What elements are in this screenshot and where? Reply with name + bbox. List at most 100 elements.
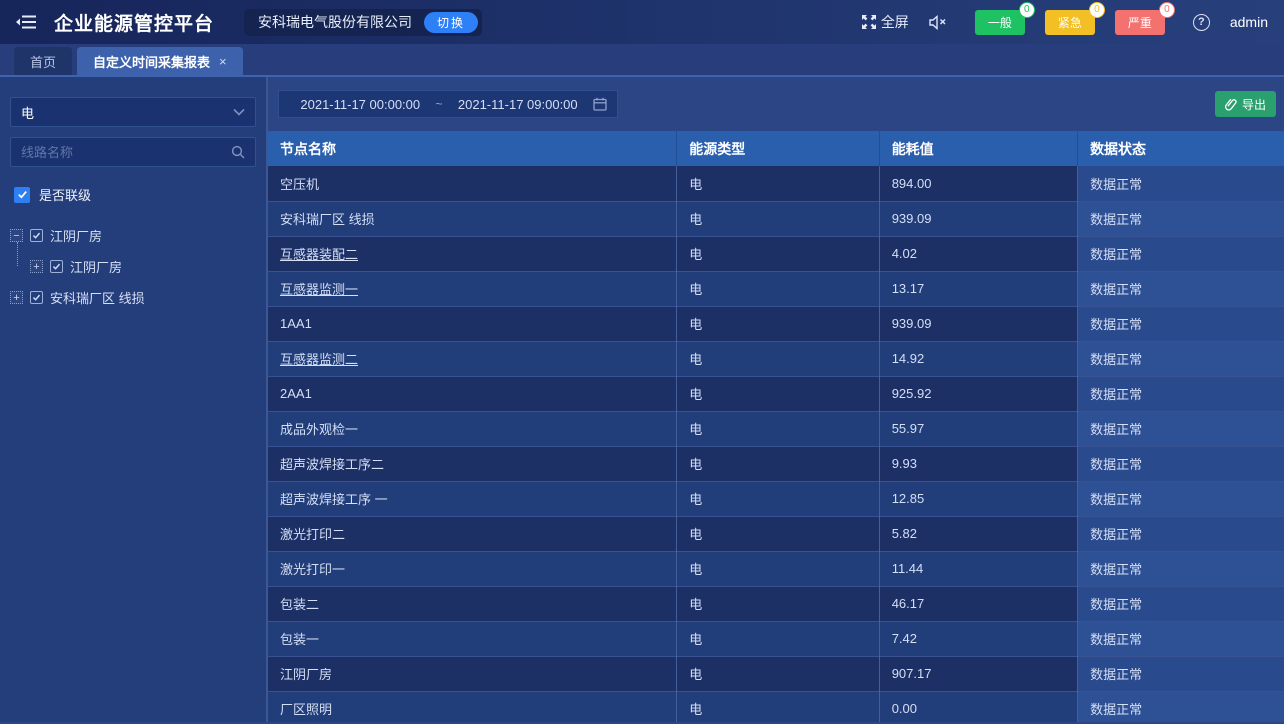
table-row: 超声波焊接工序 一电12.85数据正常: [268, 481, 1284, 516]
cell-node-name: 空压机: [268, 166, 677, 201]
cell-energy-type: 电: [677, 411, 879, 446]
alarm-badge-general[interactable]: 一般 0: [975, 10, 1025, 35]
tree-node[interactable]: + 安科瑞厂区 线损: [10, 282, 256, 313]
mute-icon[interactable]: [929, 15, 947, 30]
export-button[interactable]: 导出: [1215, 91, 1276, 117]
table-header-row: 节点名称 能源类型 能耗值 数据状态: [268, 131, 1284, 166]
alarm-badges: 一般 0 紧急 0 严重 0: [975, 10, 1165, 35]
cell-node-name[interactable]: 互感器装配二: [268, 236, 677, 271]
cell-energy-type: 电: [677, 446, 879, 481]
table-row: 互感器监测二电14.92数据正常: [268, 341, 1284, 376]
alarm-label: 紧急: [1058, 16, 1082, 30]
cell-energy-value: 12.85: [879, 481, 1077, 516]
cell-energy-value: 4.02: [879, 236, 1077, 271]
cell-data-status: 数据正常: [1078, 516, 1284, 551]
cell-energy-value: 9.93: [879, 446, 1077, 481]
cell-energy-value: 46.17: [879, 586, 1077, 621]
tree-node[interactable]: + 江阴厂房: [10, 251, 256, 282]
menu-fold-icon[interactable]: [16, 14, 36, 30]
cell-node-name: 包装二: [268, 586, 677, 621]
cell-energy-value: 13.17: [879, 271, 1077, 306]
table-row: 厂区照明电0.00数据正常: [268, 691, 1284, 722]
date-start[interactable]: 2021-11-17 00:00:00: [293, 97, 428, 112]
tab-home[interactable]: 首页: [14, 47, 72, 75]
table-row: 1AA1电939.09数据正常: [268, 306, 1284, 341]
cell-node-name: 包装一: [268, 621, 677, 656]
cell-energy-type: 电: [677, 551, 879, 586]
energy-type-select[interactable]: 电: [10, 97, 256, 127]
tree-node-label[interactable]: 安科瑞厂区 线损: [50, 288, 145, 307]
tree-node-label[interactable]: 江阴厂房: [50, 226, 102, 245]
checkbox-checked-icon: [14, 187, 30, 203]
table-row: 激光打印一电11.44数据正常: [268, 551, 1284, 586]
expand-icon[interactable]: +: [30, 260, 43, 273]
tree-checkbox-icon[interactable]: [30, 291, 43, 304]
cell-node-name: 厂区照明: [268, 691, 677, 722]
alarm-label: 一般: [988, 16, 1012, 30]
cell-data-status: 数据正常: [1078, 621, 1284, 656]
calendar-icon[interactable]: [593, 97, 607, 111]
tree-checkbox-icon[interactable]: [50, 260, 63, 273]
tab-bar: 首页 自定义时间采集报表 ×: [0, 44, 1284, 77]
alarm-badge-severe[interactable]: 严重 0: [1115, 10, 1165, 35]
column-header-energy-type: 能源类型: [677, 131, 879, 166]
alarm-count: 0: [1159, 2, 1175, 18]
cell-data-status: 数据正常: [1078, 166, 1284, 201]
column-header-energy-value: 能耗值: [879, 131, 1077, 166]
date-end[interactable]: 2021-11-17 09:00:00: [451, 97, 586, 112]
cell-node-name[interactable]: 互感器监测二: [268, 341, 677, 376]
table-row: 空压机电894.00数据正常: [268, 166, 1284, 201]
cell-data-status: 数据正常: [1078, 201, 1284, 236]
user-menu[interactable]: admin: [1230, 14, 1268, 30]
cell-energy-type: 电: [677, 341, 879, 376]
search-icon[interactable]: [231, 145, 245, 159]
tree-node-label[interactable]: 江阴厂房: [70, 257, 122, 276]
cascade-checkbox[interactable]: 是否联级: [14, 185, 256, 204]
cell-energy-value: 5.82: [879, 516, 1077, 551]
page-title: 企业能源管控平台: [54, 9, 214, 36]
table-row: 安科瑞厂区 线损电939.09数据正常: [268, 201, 1284, 236]
cell-energy-type: 电: [677, 236, 879, 271]
app-header: 企业能源管控平台 安科瑞电气股份有限公司 切换 全屏: [0, 0, 1284, 44]
company-selector: 安科瑞电气股份有限公司 切换: [244, 9, 482, 36]
cell-node-name: 成品外观检一: [268, 411, 677, 446]
close-icon[interactable]: ×: [219, 54, 227, 69]
cell-energy-type: 电: [677, 586, 879, 621]
cell-energy-value: 14.92: [879, 341, 1077, 376]
alarm-label: 严重: [1128, 16, 1152, 30]
search-input[interactable]: [21, 145, 231, 160]
tab-label: 自定义时间采集报表: [93, 52, 210, 71]
cell-energy-type: 电: [677, 166, 879, 201]
cell-node-name[interactable]: 互感器监测一: [268, 271, 677, 306]
report-toolbar: 2021-11-17 00:00:00 ~ 2021-11-17 09:00:0…: [268, 77, 1284, 131]
cell-energy-type: 电: [677, 621, 879, 656]
cell-node-name: 安科瑞厂区 线损: [268, 201, 677, 236]
chevron-down-icon: [233, 108, 245, 116]
cell-energy-type: 电: [677, 691, 879, 722]
table-row: 互感器装配二电4.02数据正常: [268, 236, 1284, 271]
cell-data-status: 数据正常: [1078, 446, 1284, 481]
tree-node[interactable]: − 江阴厂房: [10, 220, 256, 251]
cell-energy-value: 907.17: [879, 656, 1077, 691]
cell-data-status: 数据正常: [1078, 341, 1284, 376]
cell-data-status: 数据正常: [1078, 271, 1284, 306]
cascade-label: 是否联级: [39, 185, 91, 204]
collapse-icon[interactable]: −: [10, 229, 23, 242]
expand-icon[interactable]: +: [10, 291, 23, 304]
export-label: 导出: [1242, 96, 1266, 113]
cell-data-status: 数据正常: [1078, 656, 1284, 691]
date-range-picker[interactable]: 2021-11-17 00:00:00 ~ 2021-11-17 09:00:0…: [278, 90, 618, 118]
table-row: 成品外观检一电55.97数据正常: [268, 411, 1284, 446]
cell-energy-value: 894.00: [879, 166, 1077, 201]
fullscreen-button[interactable]: 全屏: [862, 12, 909, 32]
tab-custom-time-report[interactable]: 自定义时间采集报表 ×: [77, 47, 243, 75]
cell-data-status: 数据正常: [1078, 551, 1284, 586]
switch-company-button[interactable]: 切换: [424, 12, 478, 33]
cell-node-name: 激光打印二: [268, 516, 677, 551]
help-icon[interactable]: ?: [1193, 14, 1210, 31]
cell-energy-type: 电: [677, 656, 879, 691]
tree-checkbox-icon[interactable]: [30, 229, 43, 242]
alarm-badge-urgent[interactable]: 紧急 0: [1045, 10, 1095, 35]
sidebar: 电 是否联级 − 江阴厂房 + 江阴厂房 + 安科瑞厂区 线损: [0, 77, 268, 722]
column-header-node-name: 节点名称: [268, 131, 677, 166]
